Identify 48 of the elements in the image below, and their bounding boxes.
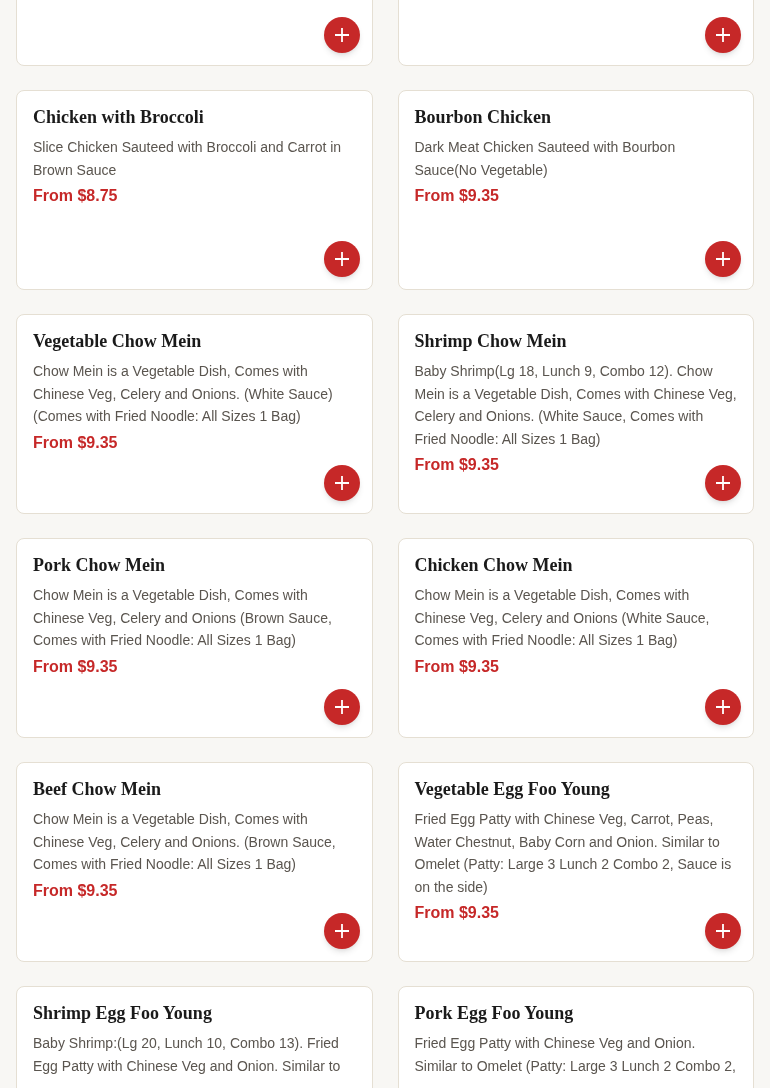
dish-name: Chicken with Broccoli bbox=[33, 106, 205, 129]
dish-price: From $9.35 bbox=[33, 656, 119, 677]
plus-icon bbox=[716, 28, 730, 42]
plus-icon bbox=[334, 28, 349, 42]
plus-icon bbox=[334, 252, 349, 266]
dish-description: Chow Mein is a Vegetable Dish, Comes with Chinese Veg, Celery and Onions. (Brown Sauce, Comes with Fried Noodle: All Sizes 1 Bag) bbox=[33, 810, 337, 874]
add-button[interactable] bbox=[705, 465, 741, 501]
plus-icon bbox=[716, 476, 730, 490]
dish-name: Vegetable Egg Foo Young bbox=[414, 778, 611, 801]
dish-description: Chow Mein is a Vegetable Dish, Comes with Chinese Veg, Celery and Onions. (White Sauce) (Comes with Fried Noodle: All Sizes 1 Bag) bbox=[33, 362, 334, 426]
dish-name: Chicken Chow Mein bbox=[414, 554, 574, 577]
dish-name: Bourbon Chicken bbox=[414, 106, 553, 129]
dish-name: Shrimp Egg Foo Young bbox=[33, 1002, 213, 1025]
dish-description: Chow Mein is a Vegetable Dish, Comes with Chinese Veg, Celery and Onions (White Sauce, Comes with Fried Noodle: All Sizes 1 Bag) bbox=[414, 586, 711, 650]
dish-description: Dark Meat Chicken Sauteed with Bourbon Sauce(No Vegetable) bbox=[414, 138, 677, 180]
dish-description: Baby Shrimp(Lg 18, Lunch 9, Combo 12). Chow Mein is a Vegetable Dish, Comes with Chinese Veg, Celery and Onions. (White Sauce, Comes with Fried Noodle: All Sizes 1 Bag) bbox=[414, 362, 737, 449]
dish-price: From $9.35 bbox=[33, 432, 119, 453]
add-button[interactable] bbox=[323, 689, 360, 725]
dish-description: Fried Egg Patty with Chinese Veg and Onion. Similar to Omelet (Patty: Large 3 Lunch 2 Combo 2, bbox=[414, 1034, 737, 1076]
plus-icon bbox=[716, 700, 730, 714]
add-button[interactable] bbox=[323, 17, 360, 53]
add-button[interactable] bbox=[705, 17, 741, 53]
plus-icon bbox=[334, 700, 349, 714]
add-button[interactable] bbox=[323, 913, 360, 949]
dish-description: Baby Shrimp:(Lg 20, Lunch 10, Combo 13). Fried Egg Patty with Chinese Veg and Onion. Similar to bbox=[33, 1034, 342, 1076]
dish-name: Shrimp Chow Mein bbox=[414, 330, 568, 353]
plus-icon bbox=[334, 924, 349, 938]
dish-price: From $8.75 bbox=[33, 186, 119, 206]
dish-price: From $9.35 bbox=[414, 656, 500, 677]
plus-icon bbox=[716, 924, 730, 938]
dish-name: Pork Egg Foo Young bbox=[414, 1002, 575, 1025]
dish-price: From $9.35 bbox=[33, 880, 119, 901]
dish-price: From $9.35 bbox=[414, 186, 500, 206]
plus-icon bbox=[716, 252, 730, 266]
dish-description: Chow Mein is a Vegetable Dish, Comes with Chinese Veg, Celery and Onions (Brown Sauce, Comes with Fried Noodle: All Sizes 1 Bag) bbox=[33, 586, 333, 650]
dish-name: Vegetable Chow Mein bbox=[33, 330, 203, 353]
dish-name: Pork Chow Mein bbox=[33, 554, 166, 577]
dish-description: Fried Egg Patty with Chinese Veg, Carrot, Peas, Water Chestnut, Baby Corn and Onion. Similar to Omelet (Patty: Large 3 Lunch 2 Combo 2, Sauce is on the side) bbox=[414, 810, 733, 897]
add-button[interactable] bbox=[323, 241, 360, 277]
add-button[interactable] bbox=[705, 913, 741, 949]
add-button[interactable] bbox=[323, 465, 360, 501]
add-button[interactable] bbox=[705, 241, 741, 277]
dish-price: From $9.35 bbox=[414, 455, 500, 475]
plus-icon bbox=[334, 476, 349, 490]
add-button[interactable] bbox=[705, 689, 741, 725]
dish-description: Slice Chicken Sauteed with Broccoli and Carrot in Brown Sauce bbox=[33, 138, 343, 180]
dish-price: From $9.35 bbox=[414, 903, 500, 923]
dish-name: Beef Chow Mein bbox=[33, 778, 162, 801]
